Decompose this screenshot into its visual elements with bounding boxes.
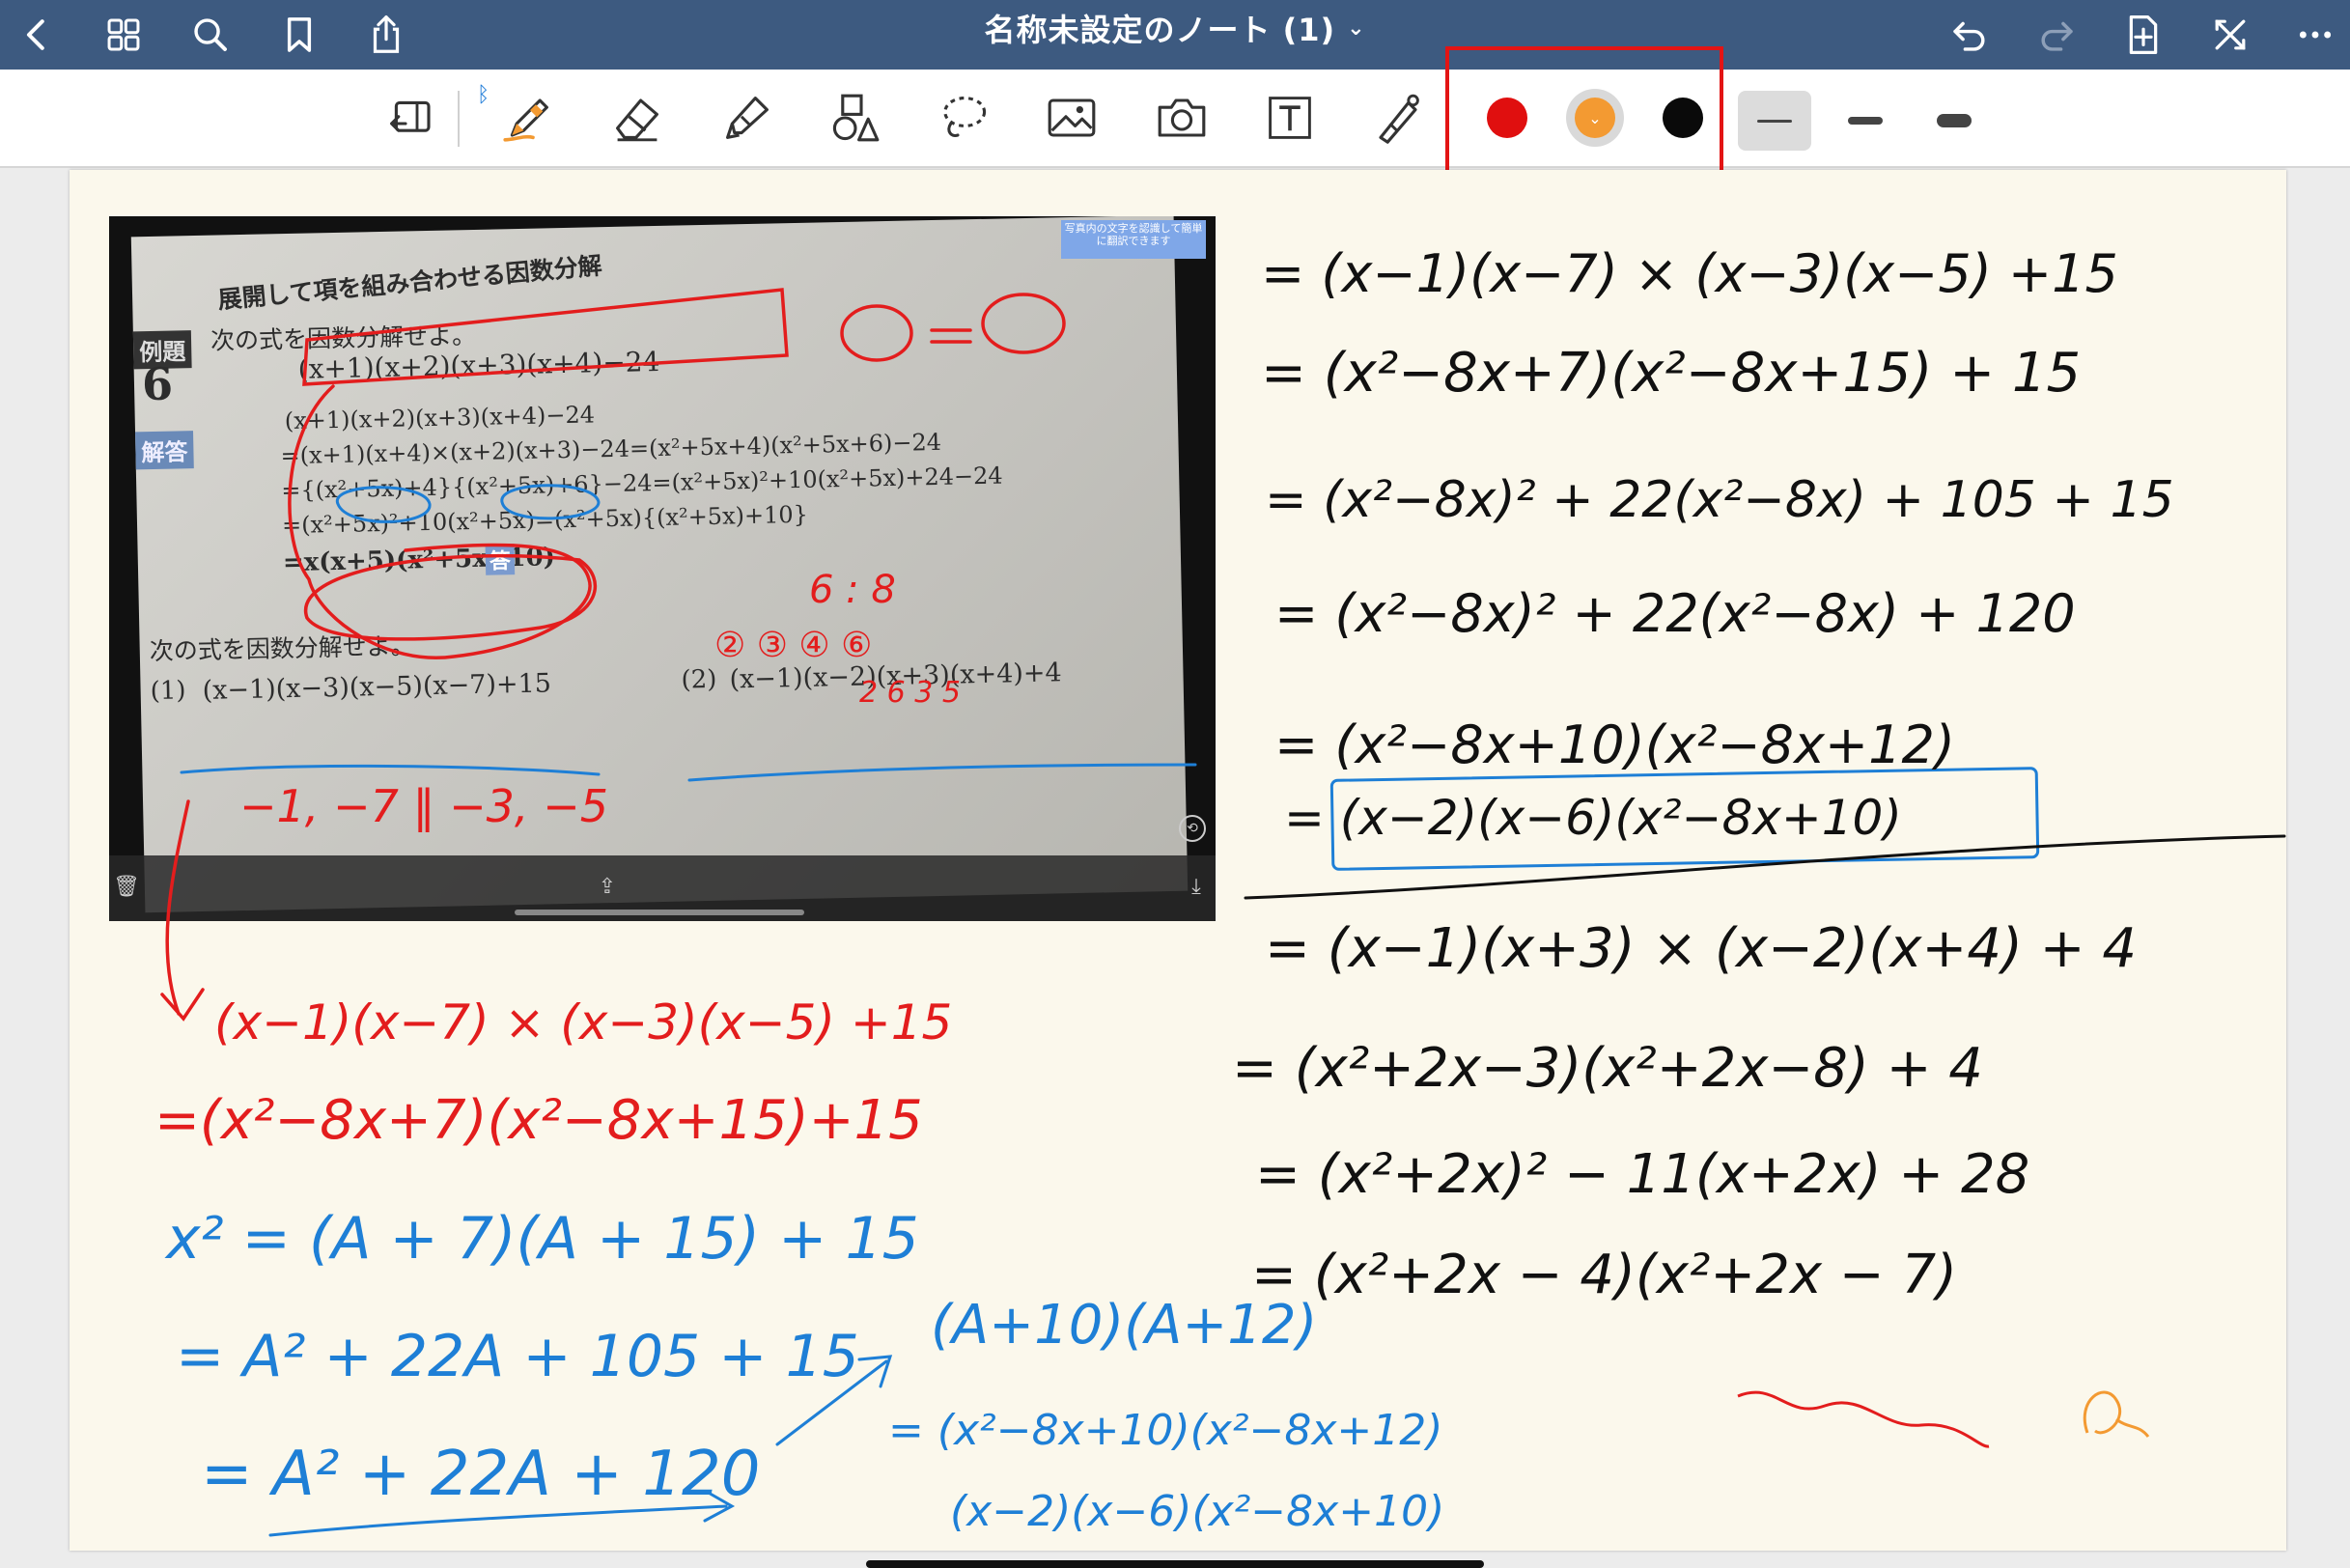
photo-problem: (x+1)(x+2)(x+3)(x+4)−24 <box>297 345 660 385</box>
photo-note-numbers: 2 6 3 5 <box>859 676 961 710</box>
top-bar: 名称未設定のノート (1) ⌄ <box>0 0 2350 70</box>
black-work-1-line-4: = (x²−8x)² + 22(x²−8x) + 120 <box>1274 583 2076 644</box>
tool-bar: ᛒ ⌄ <box>0 70 2350 168</box>
photo-note-circled: ② ③ ④ ⑥ <box>714 626 873 665</box>
read-mode-icon[interactable] <box>375 81 448 154</box>
photo-resize-handle[interactable] <box>515 910 804 915</box>
thickness-medium-button[interactable] <box>1829 91 1902 151</box>
toolbar-separator <box>458 91 460 147</box>
more-icon[interactable] <box>2286 6 2344 64</box>
pen-icon[interactable] <box>490 81 564 154</box>
note-title-text: 名称未設定のノート (1) <box>984 12 1336 48</box>
laser-pointer-icon[interactable] <box>1361 81 1435 154</box>
black-work-1-line-5: = (x²−8x+10)(x²−8x+12) <box>1274 714 1955 775</box>
shapes-icon[interactable] <box>819 81 892 154</box>
black-work-1-line-3: = (x²−8x)² + 22(x²−8x) + 105 + 15 <box>1265 471 2174 529</box>
redo-icon[interactable] <box>2028 6 2085 64</box>
image-icon[interactable] <box>1035 81 1108 154</box>
solution-line-3: ={(x²+5x)+4}{(x²+5x)+6}−24=(x²+5x)²+10(x… <box>281 462 1003 505</box>
exercise-1-label: (1) <box>150 676 186 707</box>
text-icon[interactable] <box>1253 81 1327 154</box>
black-work-1-line-1: = (x−1)(x−7) × (x−3)(x−5) +15 <box>1261 243 2118 304</box>
camera-icon[interactable] <box>1145 81 1218 154</box>
exercise-1: (x−1)(x−3)(x−5)(x−7)+15 <box>202 668 552 706</box>
trash-icon[interactable]: 🗑 <box>111 871 142 902</box>
solution-line-4: =(x²+5x)²+10(x²+5x)=(x²+5x){(x²+5x)+10} <box>281 500 809 540</box>
solution-line-2: =(x+1)(x+4)×(x+2)(x+3)−24=(x²+5x+4)(x²+5… <box>280 428 942 470</box>
red-work-line-1: (x−1)(x−7) × (x−3)(x−5) +15 <box>214 994 953 1050</box>
bluetooth-icon: ᛒ <box>477 83 490 107</box>
blue-work-line-2: = A² + 22A + 105 + 15 <box>176 1323 859 1390</box>
solution-line-1: (x+1)(x+2)(x+3)(x+4)−24 <box>284 401 596 435</box>
blue-work-line-6: (x−2)(x−6)(x²−8x+10) <box>950 1487 1445 1536</box>
rotate-icon[interactable]: ⟲ <box>1179 815 1206 842</box>
black-work-1-line-6: = (x−2)(x−6)(x²−8x+10) <box>1284 790 1902 846</box>
download-icon[interactable]: ⤓ <box>1181 871 1212 902</box>
thickness-thick-button[interactable] <box>1917 91 1991 151</box>
home-indicator[interactable] <box>866 1560 1484 1568</box>
example-number: 6 <box>141 357 174 411</box>
share-icon[interactable]: ⇪ <box>592 871 623 902</box>
exercise-instruction: 次の式を因数分解せよ。 <box>149 631 416 666</box>
lasso-icon[interactable] <box>927 81 1000 154</box>
black-work-2-line-4: = (x²+2x − 4)(x²+2x − 7) <box>1251 1244 1957 1306</box>
answer-tag: 解答 <box>135 431 194 470</box>
add-page-icon[interactable] <box>2114 6 2172 64</box>
black-work-1-line-2: = (x²−8x+7)(x²−8x+15) + 15 <box>1261 342 2082 405</box>
photo-action-bar: 🗑 ⇪ ⤓ <box>109 855 1216 921</box>
answer-mark: 答 <box>485 544 516 575</box>
blue-work-line-3: = A² + 22A + 120 <box>201 1439 761 1510</box>
eraser-icon[interactable] <box>601 81 674 154</box>
photo-note-pairs: −1, −7 ‖ −3, −5 <box>239 780 608 832</box>
highlighter-icon[interactable] <box>711 81 784 154</box>
photo-heading: 展開して項を組み合わせる因数分解 <box>216 251 603 315</box>
photo-note-ratio: 6 : 8 <box>809 568 896 612</box>
translate-badge[interactable]: 写真内の文字を認識して簡単に翻訳できます <box>1061 220 1206 259</box>
blue-work-line-1: x² = (A + 7)(A + 15) + 15 <box>166 1205 919 1273</box>
chevron-down-icon: ⌄ <box>1347 15 1366 41</box>
close-fullscreen-icon[interactable] <box>2201 6 2259 64</box>
black-work-2-line-2: = (x²+2x−3)(x²+2x−8) + 4 <box>1232 1037 1983 1100</box>
black-work-2-line-1: = (x−1)(x+3) × (x−2)(x+4) + 4 <box>1265 917 2137 980</box>
exercise-2-label: (2) <box>681 664 717 695</box>
blue-work-line-5: = (x²−8x+10)(x²−8x+12) <box>888 1406 1443 1455</box>
thickness-thin-button[interactable] <box>1738 91 1811 151</box>
black-work-2-line-3: = (x²+2x)² − 11(x+2x) + 28 <box>1255 1143 2030 1206</box>
undo-icon[interactable] <box>1941 6 1999 64</box>
red-work-line-2: =(x²−8x+7)(x²−8x+15)+15 <box>154 1089 923 1152</box>
